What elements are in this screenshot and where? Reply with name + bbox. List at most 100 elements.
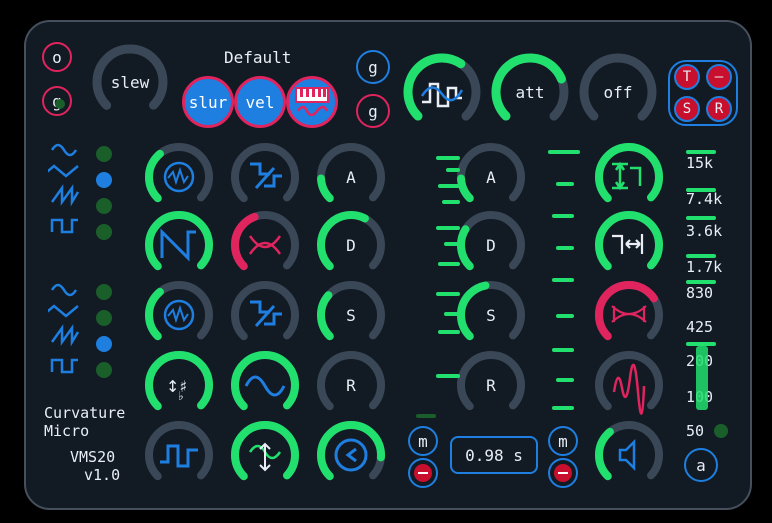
level-tick (556, 182, 574, 186)
off-knob[interactable]: off (576, 50, 660, 134)
right-sustain-knob[interactable]: S (454, 278, 528, 352)
svg-text:↕♯: ↕♯ (166, 377, 187, 396)
module-name-line2: Micro (44, 422, 90, 440)
osc1-mix-knob[interactable] (228, 208, 302, 282)
right-decay-knob[interactable]: D (454, 208, 528, 282)
freq-15k: 15k (686, 154, 714, 172)
filter-shape-knob[interactable] (592, 278, 666, 352)
keyboard-icon (295, 87, 329, 117)
keyboard-mode-button[interactable] (286, 76, 338, 128)
decay-time-icon-knob[interactable] (592, 208, 666, 282)
slew-knob[interactable]: slew (90, 42, 170, 122)
resonance-knob[interactable] (592, 348, 666, 422)
osc2-shape-knob[interactable] (228, 278, 302, 352)
osc1-saw-knob[interactable] (142, 208, 216, 282)
module-panel: o g slew Default slur vel g g (24, 20, 752, 510)
square-knob[interactable] (142, 418, 216, 492)
level-tick (416, 414, 436, 418)
level-tick (436, 374, 460, 378)
level-tick (552, 214, 574, 218)
wave-led-2[interactable] (96, 172, 112, 188)
mute-left-button[interactable] (408, 458, 438, 488)
r-label: R (714, 101, 724, 117)
s-button[interactable]: S (674, 96, 700, 122)
attack-time-icon-knob[interactable] (592, 140, 666, 214)
freq-1-7k: 1.7k (686, 258, 723, 276)
level-tick (438, 184, 460, 188)
wave-led-3[interactable] (96, 198, 112, 214)
freq-50: 50 (686, 422, 705, 440)
freq-830: 830 (686, 284, 714, 302)
vel-mode-button[interactable]: vel (234, 76, 286, 128)
left-attack-knob[interactable]: A (314, 140, 388, 214)
m-left-button[interactable]: m (408, 426, 438, 456)
g-blue-button[interactable]: g (356, 50, 390, 84)
waveshape-knob[interactable] (400, 50, 484, 134)
mute-right-icon (554, 464, 572, 482)
tune-knob[interactable]: ↕♯ ♭ (142, 348, 216, 422)
time-display: 0.98 s (450, 436, 538, 474)
osc1-fm-knob[interactable] (142, 140, 216, 214)
level-tick (444, 242, 460, 246)
a-button[interactable]: a (684, 448, 718, 482)
slur-mode-button[interactable]: slur (182, 76, 234, 128)
freq-cutoff-bar[interactable] (696, 346, 708, 410)
left-decay-knob[interactable]: D (314, 208, 388, 282)
osc2-fm-knob[interactable] (142, 278, 216, 352)
level-tick (446, 168, 460, 172)
mute-right-button[interactable] (548, 458, 578, 488)
level-tick (552, 406, 574, 410)
freq-scale: 15k 7.4k 3.6k 1.7k 830 425 200 100 50 (686, 150, 732, 450)
freq-led (714, 424, 728, 438)
version-label: v1.0 (84, 466, 121, 484)
wave-led-8[interactable] (96, 362, 112, 378)
right-sustain-label: S (486, 305, 496, 325)
wave-led-6[interactable] (96, 310, 112, 326)
level-tick (552, 348, 574, 352)
vel-label: vel (245, 92, 275, 112)
slew-label: slew (110, 72, 150, 92)
right-release-label: R (486, 375, 496, 395)
preset-label: Default (224, 48, 292, 67)
wave-led-4[interactable] (96, 224, 112, 240)
o-button-label: o (52, 47, 62, 67)
level-tick (556, 314, 574, 318)
osc1-shape-knob[interactable] (228, 140, 302, 214)
freq-7-4k: 7.4k (686, 190, 723, 208)
r-button[interactable]: R (706, 96, 732, 122)
g-pink-button[interactable]: g (356, 94, 390, 128)
att-label: att (515, 82, 545, 102)
level-tick (442, 200, 460, 204)
att-knob[interactable]: att (488, 50, 572, 134)
o-button[interactable]: o (42, 42, 72, 72)
wave-led-5[interactable] (96, 284, 112, 300)
freq-3-6k: 3.6k (686, 222, 723, 240)
left-sustain-knob[interactable]: S (314, 278, 388, 352)
a-label: a (696, 455, 706, 475)
t-button[interactable]: T (674, 64, 700, 90)
m-right-button[interactable]: m (548, 426, 578, 456)
right-decay-label: D (486, 235, 496, 255)
level-tick (556, 246, 574, 250)
left-decay-label: D (346, 235, 356, 255)
volume-knob[interactable] (592, 418, 666, 492)
minus-top-button[interactable]: – (706, 64, 732, 90)
left-release-knob[interactable]: R (314, 348, 388, 422)
wave-led-1[interactable] (96, 146, 112, 162)
wave-led-7[interactable] (96, 336, 112, 352)
g-button[interactable]: g (42, 86, 72, 116)
rate-clock-knob[interactable] (314, 418, 388, 492)
m-left-label: m (418, 431, 428, 451)
right-attack-knob[interactable]: A (454, 140, 528, 214)
s-label: S (682, 101, 692, 117)
mute-left-icon (414, 464, 432, 482)
time-display-value: 0.98 s (465, 445, 523, 465)
sine-knob[interactable] (228, 348, 302, 422)
left-sustain-label: S (346, 305, 356, 325)
lfo-sine-knob[interactable] (228, 418, 302, 492)
t-label: T (682, 69, 692, 85)
level-tick (436, 226, 460, 230)
right-release-knob[interactable]: R (454, 348, 528, 422)
g-blue-label: g (368, 57, 378, 77)
off-label: off (603, 82, 633, 102)
